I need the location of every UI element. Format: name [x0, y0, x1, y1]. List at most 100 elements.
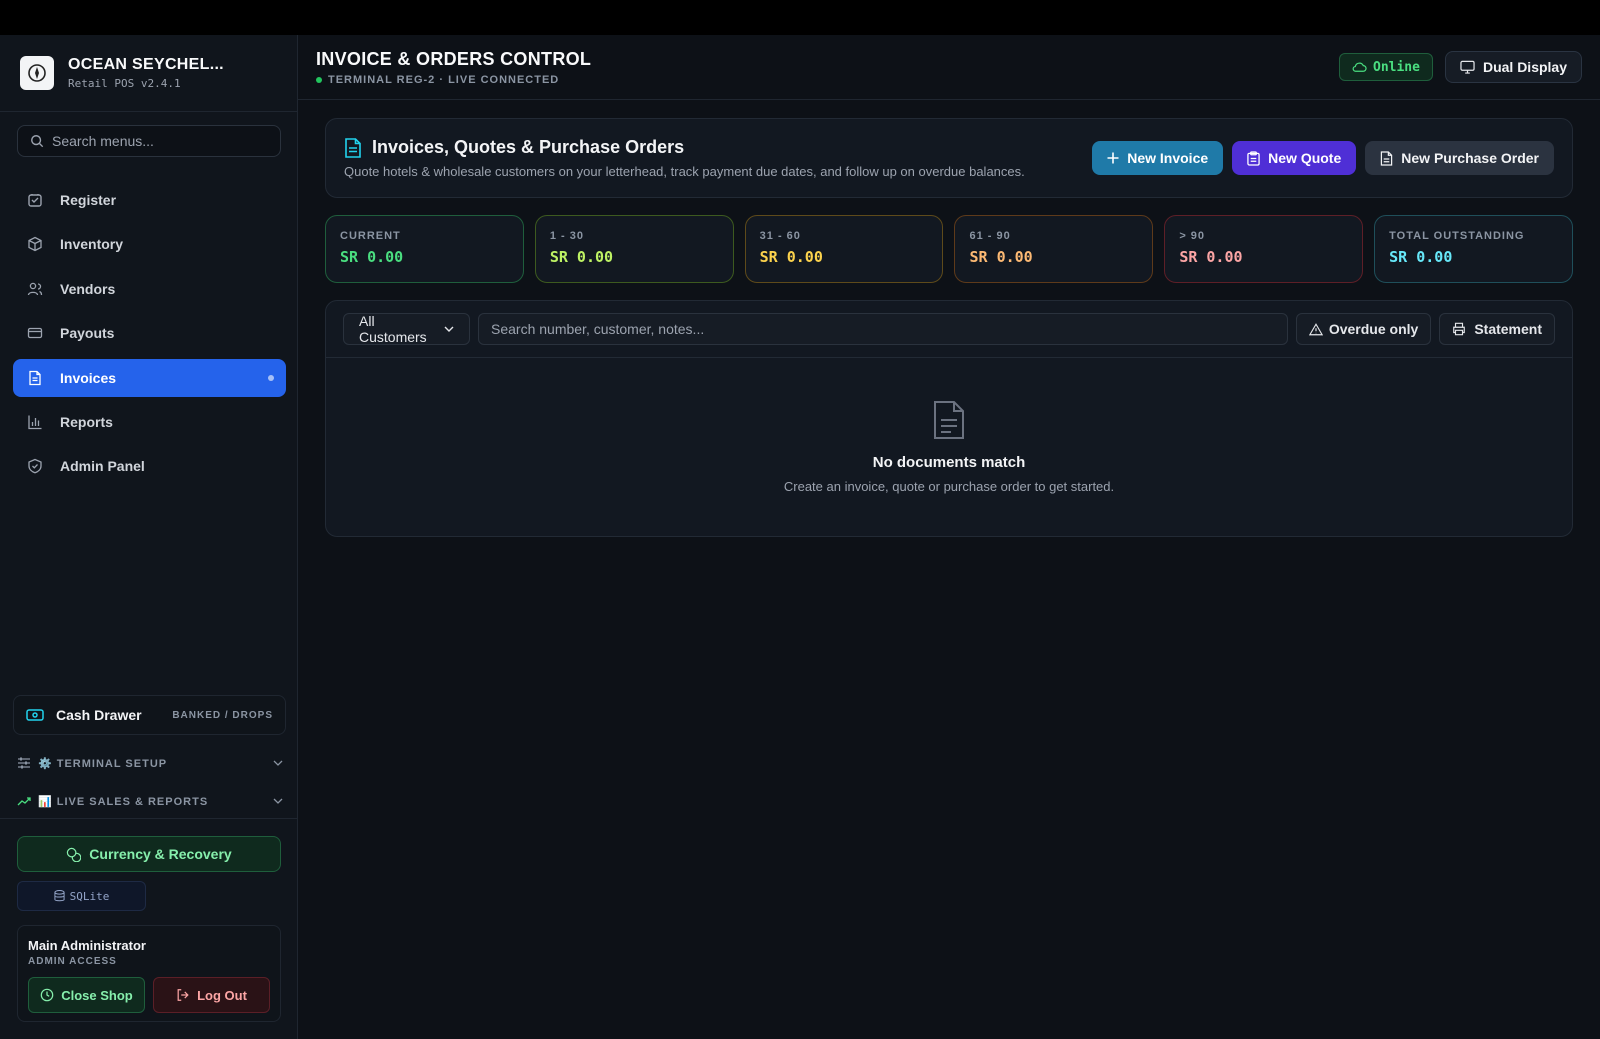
register-icon [26, 191, 44, 209]
sidebar-item-label: Reports [60, 413, 113, 430]
statement-button[interactable]: Statement [1439, 313, 1555, 345]
sidebar-divider [0, 818, 298, 819]
sidebar-item-invoices[interactable]: Invoices [13, 358, 286, 397]
aging-label: 31 - 60 [759, 230, 801, 242]
aging-label: > 90 [1179, 230, 1206, 242]
brand-logo [20, 56, 54, 90]
file-icon [1380, 150, 1393, 166]
filter-bar: All Customers Overdue only Statement [326, 301, 1572, 358]
online-label: Online [1373, 59, 1420, 75]
aging-value: SR 0.00 [1179, 248, 1243, 266]
main-content: INVOICE & ORDERS CONTROL TERMINAL REG-2 … [298, 35, 1600, 1039]
empty-state: No documents match Create an invoice, qu… [326, 358, 1572, 494]
sidebar-item-label: Admin Panel [60, 458, 145, 475]
dual-display-label: Dual Display [1482, 59, 1567, 75]
new-purchase-order-button[interactable]: New Purchase Order [1365, 141, 1554, 175]
empty-state-title: No documents match [872, 454, 1026, 471]
box-icon [26, 235, 44, 253]
aging-card-current: CURRENT SR 0.00 [325, 215, 524, 283]
online-badge: Online [1339, 53, 1433, 81]
connection-status: TERMINAL REG-2 · LIVE CONNECTED [316, 74, 591, 86]
sidebar-item-inventory[interactable]: Inventory [13, 225, 286, 263]
aging-value: SR 0.00 [1389, 248, 1453, 266]
sidebar-item-label: Payouts [60, 325, 115, 342]
sidebar-nav: Register Inventory Vendors Payouts Invoi… [13, 181, 286, 492]
sidebar-item-label: Invoices [60, 369, 117, 386]
currency-recovery-button[interactable]: Currency & Recovery [17, 836, 281, 872]
documents-list: All Customers Overdue only Statement No … [325, 300, 1573, 537]
brand-version: Retail POS v2.4.1 [68, 77, 181, 90]
system-top-bar [0, 0, 1600, 35]
statement-label: Statement [1474, 321, 1542, 337]
active-indicator-dot [268, 374, 274, 381]
document-icon [26, 369, 44, 387]
sidebar-item-vendors[interactable]: Vendors [13, 270, 286, 308]
aging-label: 1 - 30 [549, 230, 584, 242]
page-header: INVOICE & ORDERS CONTROL TERMINAL REG-2 … [298, 35, 1600, 100]
overdue-only-toggle[interactable]: Overdue only [1295, 313, 1432, 345]
database-icon [54, 890, 65, 902]
aging-card-total-outstanding: TOTAL OUTSTANDING SR 0.00 [1374, 215, 1573, 283]
brand-name: OCEAN SEYCHEL... [68, 56, 224, 73]
close-shop-label: Close Shop [61, 987, 133, 1003]
page-subtitle: TERMINAL REG-2 · LIVE CONNECTED [328, 73, 560, 86]
cash-drawer-label: Cash Drawer [56, 707, 142, 723]
section-label: ⚙️ TERMINAL SETUP [38, 757, 168, 770]
new-invoice-label: New Invoice [1127, 150, 1209, 166]
aging-label: TOTAL OUTSTANDING [1389, 230, 1525, 242]
shield-icon [26, 457, 44, 475]
document-search-input[interactable] [491, 321, 1275, 337]
customer-select-value: All Customers [359, 313, 427, 345]
customer-select[interactable]: All Customers [343, 313, 470, 345]
chevron-down-icon [273, 798, 283, 804]
section-live-sales[interactable]: 📊 LIVE SALES & REPORTS [17, 789, 283, 813]
close-shop-button[interactable]: Close Shop [28, 977, 145, 1013]
document-icon [344, 137, 362, 158]
section-terminal-setup[interactable]: ⚙️ TERMINAL SETUP [17, 751, 283, 775]
cash-icon [26, 708, 44, 722]
user-role: ADMIN ACCESS [28, 956, 117, 967]
sidebar-search-input[interactable] [52, 133, 262, 149]
users-icon [26, 280, 44, 298]
sidebar-item-admin-panel[interactable]: Admin Panel [13, 447, 286, 485]
new-quote-label: New Quote [1268, 150, 1342, 166]
search-icon [30, 134, 44, 148]
logout-icon [176, 988, 190, 1002]
aging-label: CURRENT [340, 230, 401, 242]
chevron-down-icon [444, 326, 454, 332]
document-icon [932, 400, 966, 440]
documents-panel: Invoices, Quotes & Purchase Orders Quote… [325, 118, 1573, 198]
sidebar-item-payouts[interactable]: Payouts [13, 314, 286, 352]
brand-header: OCEAN SEYCHEL... Retail POS v2.4.1 [0, 35, 297, 112]
sliders-icon [17, 757, 31, 769]
warning-icon [1308, 322, 1323, 336]
aging-label: 61 - 90 [969, 230, 1011, 242]
dual-display-button[interactable]: Dual Display [1444, 51, 1582, 83]
cloud-icon [1352, 61, 1367, 73]
aging-value: SR 0.00 [549, 248, 614, 266]
cash-drawer-item[interactable]: Cash Drawer BANKED / DROPS [13, 695, 286, 735]
user-card: Main Administrator ADMIN ACCESS Close Sh… [17, 925, 281, 1022]
app-window: OCEAN SEYCHEL... Retail POS v2.4.1 Regis… [0, 35, 1600, 1039]
empty-state-subtitle: Create an invoice, quote or purchase ord… [783, 479, 1115, 494]
new-invoice-button[interactable]: New Invoice [1092, 141, 1224, 175]
sidebar-item-reports[interactable]: Reports [13, 403, 286, 441]
document-search[interactable] [478, 313, 1288, 345]
chevron-down-icon [273, 760, 283, 766]
monitor-icon [1460, 60, 1475, 74]
page-title: INVOICE & ORDERS CONTROL [316, 48, 592, 69]
sidebar-search[interactable] [17, 125, 281, 157]
clipboard-icon [1247, 150, 1260, 166]
panel-description: Quote hotels & wholesale customers on yo… [344, 164, 1025, 179]
aging-value: SR 0.00 [759, 248, 823, 266]
section-label: 📊 LIVE SALES & REPORTS [38, 795, 209, 808]
trend-up-icon [17, 796, 31, 806]
new-quote-button[interactable]: New Quote [1232, 141, 1357, 175]
printer-icon [1452, 322, 1466, 336]
sidebar-item-register[interactable]: Register [13, 181, 286, 219]
database-label: SQLite [69, 889, 110, 903]
aging-card-31-60: 31 - 60 SR 0.00 [744, 215, 944, 283]
sidebar-item-label: Vendors [60, 280, 116, 297]
coins-icon [66, 847, 82, 862]
logout-button[interactable]: Log Out [153, 977, 270, 1013]
